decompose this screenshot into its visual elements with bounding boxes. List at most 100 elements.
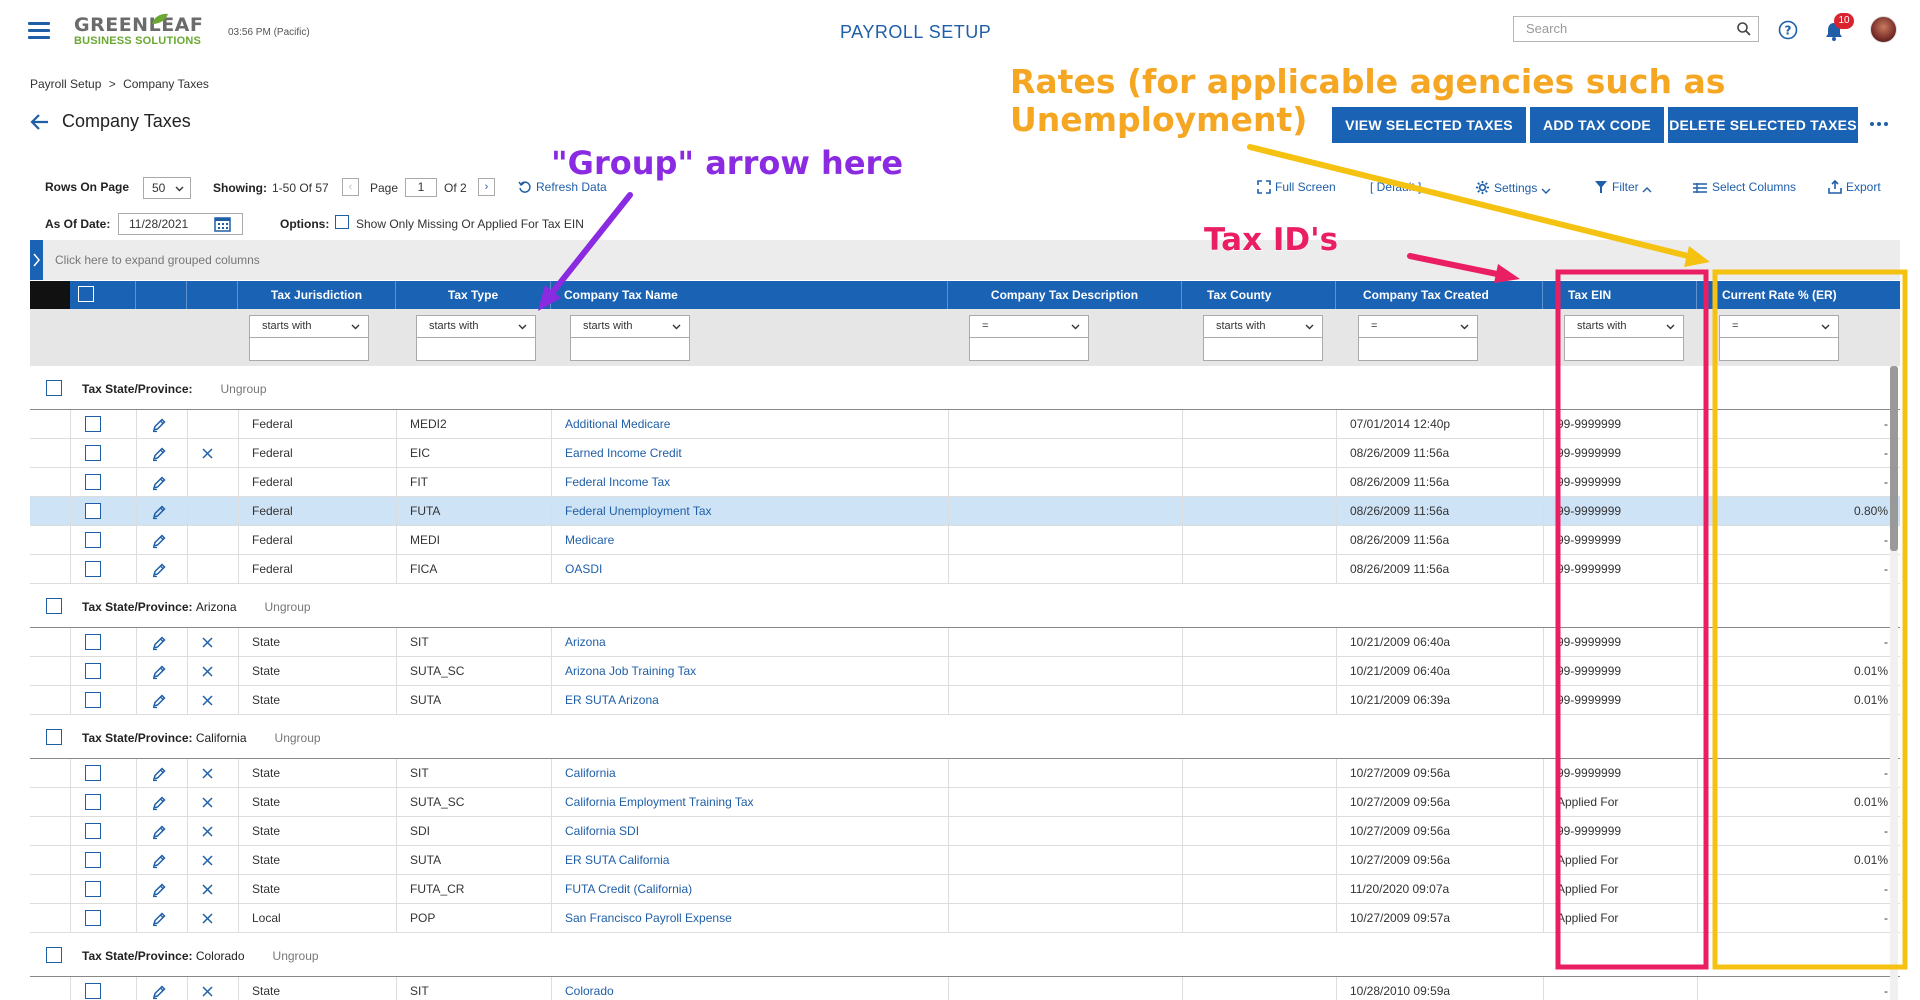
group-panel[interactable]: Click here to expand grouped columns xyxy=(30,240,1900,280)
back-arrow-icon[interactable] xyxy=(30,113,50,131)
filter-operator-select[interactable]: = xyxy=(969,315,1089,338)
delete-x-icon[interactable] xyxy=(202,826,213,837)
table-row[interactable]: State SUTA_SC California Employment Traini… xyxy=(30,788,1900,817)
delete-selected-taxes-button[interactable]: DELETE SELECTED TAXES xyxy=(1668,107,1858,143)
column-company-tax-name[interactable]: Company Tax Name xyxy=(551,281,948,309)
edit-pencil-icon[interactable] xyxy=(151,911,167,927)
edit-pencil-icon[interactable] xyxy=(151,504,167,520)
filter-value-input[interactable] xyxy=(1203,338,1323,361)
row-checkbox[interactable] xyxy=(85,881,101,897)
calendar-icon[interactable] xyxy=(214,216,231,232)
page-input[interactable]: 1 xyxy=(405,178,437,197)
view-default-select[interactable]: [ Default ] xyxy=(1370,180,1421,194)
table-row[interactable]: Federal MEDI2 Additional Medicare 07/01/201… xyxy=(30,410,1900,439)
delete-x-icon[interactable] xyxy=(202,666,213,677)
edit-pencil-icon[interactable] xyxy=(151,446,167,462)
ungroup-link[interactable]: Ungroup xyxy=(220,382,266,396)
table-row[interactable]: State SUTA ER SUTA Arizona 10/21/2009 06:39… xyxy=(30,686,1900,715)
edit-pencil-icon[interactable] xyxy=(151,984,167,1000)
cell-tax-name-link[interactable]: Federal Income Tax xyxy=(565,468,670,496)
edit-pencil-icon[interactable] xyxy=(151,693,167,709)
delete-x-icon[interactable] xyxy=(202,695,213,706)
table-row[interactable]: Local POP San Francisco Payroll Expense 10/… xyxy=(30,904,1900,933)
edit-pencil-icon[interactable] xyxy=(151,475,167,491)
table-row[interactable]: State SUTA ER SUTA California 10/27/2009 09… xyxy=(30,846,1900,875)
table-row[interactable]: State FUTA_CR FUTA Credit (California) 11/2… xyxy=(30,875,1900,904)
filter-operator-select[interactable]: starts with xyxy=(1203,315,1323,338)
edit-pencil-icon[interactable] xyxy=(151,664,167,680)
search-icon[interactable] xyxy=(1736,21,1752,37)
table-row[interactable]: State SIT California 10/27/2009 09:56a 99-99… xyxy=(30,759,1900,788)
column-company-tax-created[interactable]: Company Tax Created xyxy=(1336,281,1543,309)
filter-operator-select[interactable]: starts with xyxy=(249,315,369,338)
table-row[interactable]: State SIT Arizona 10/21/2009 06:40a 99-99999… xyxy=(30,628,1900,657)
filter-value-input[interactable] xyxy=(1719,338,1839,361)
ungroup-link[interactable]: Ungroup xyxy=(273,949,319,963)
group-checkbox[interactable] xyxy=(46,947,62,963)
edit-pencil-icon[interactable] xyxy=(151,533,167,549)
cell-tax-name-link[interactable]: Earned Income Credit xyxy=(565,439,682,467)
filter-operator-select[interactable]: starts with xyxy=(1564,315,1684,338)
row-checkbox[interactable] xyxy=(85,416,101,432)
edit-pencil-icon[interactable] xyxy=(151,417,167,433)
edit-pencil-icon[interactable] xyxy=(151,795,167,811)
cell-tax-name-link[interactable]: California SDI xyxy=(565,817,639,845)
column-tax-type[interactable]: Tax Type xyxy=(396,281,551,309)
scrollbar[interactable] xyxy=(1890,366,1898,1000)
add-tax-code-button[interactable]: ADD TAX CODE xyxy=(1530,107,1664,143)
cell-tax-name-link[interactable]: Colorado xyxy=(565,977,614,1000)
cell-tax-name-link[interactable]: Federal Unemployment Tax xyxy=(565,497,712,525)
edit-pencil-icon[interactable] xyxy=(151,824,167,840)
group-checkbox[interactable] xyxy=(46,598,62,614)
filter-value-input[interactable] xyxy=(1358,338,1478,361)
edit-pencil-icon[interactable] xyxy=(151,766,167,782)
row-checkbox[interactable] xyxy=(85,634,101,650)
export-button[interactable]: Export xyxy=(1828,179,1881,194)
column-tax-county[interactable]: Tax County xyxy=(1182,281,1336,309)
table-row[interactable]: Federal EIC Earned Income Credit 08/26/2009… xyxy=(30,439,1900,468)
edit-pencil-icon[interactable] xyxy=(151,562,167,578)
row-checkbox[interactable] xyxy=(85,532,101,548)
row-checkbox[interactable] xyxy=(85,561,101,577)
delete-x-icon[interactable] xyxy=(202,797,213,808)
filter-button[interactable]: Filter xyxy=(1594,180,1656,194)
filter-operator-select[interactable]: = xyxy=(1358,315,1478,338)
table-row[interactable]: Federal FUTA Federal Unemployment Tax 08/26… xyxy=(30,497,1900,526)
menu-icon[interactable] xyxy=(28,22,50,40)
cell-tax-name-link[interactable]: Arizona xyxy=(565,628,606,656)
row-checkbox[interactable] xyxy=(85,852,101,868)
prev-page-button[interactable]: ‹ xyxy=(342,178,359,196)
row-checkbox[interactable] xyxy=(85,474,101,490)
filter-value-input[interactable] xyxy=(1564,338,1684,361)
scrollbar-thumb[interactable] xyxy=(1890,366,1898,551)
filter-value-input[interactable] xyxy=(570,338,690,361)
delete-x-icon[interactable] xyxy=(202,768,213,779)
cell-tax-name-link[interactable]: Additional Medicare xyxy=(565,410,670,438)
column-current-rate[interactable]: Current Rate % (ER) xyxy=(1697,281,1900,309)
column-tax-jurisdiction[interactable]: Tax Jurisdiction xyxy=(238,281,396,309)
edit-pencil-icon[interactable] xyxy=(151,882,167,898)
cell-tax-name-link[interactable]: OASDI xyxy=(565,555,602,583)
table-row[interactable]: State SDI California SDI 10/27/2009 09:56a 9… xyxy=(30,817,1900,846)
filter-operator-select[interactable]: starts with xyxy=(416,315,536,338)
table-row[interactable]: Federal FIT Federal Income Tax 08/26/2009 1… xyxy=(30,468,1900,497)
filter-value-input[interactable] xyxy=(249,338,369,361)
filter-operator-select[interactable]: starts with xyxy=(570,315,690,338)
row-checkbox[interactable] xyxy=(85,794,101,810)
table-row[interactable]: State SIT Colorado 10/28/2010 09:59a - xyxy=(30,977,1900,1000)
delete-x-icon[interactable] xyxy=(202,448,213,459)
table-row[interactable]: Federal MEDI Medicare 08/26/2009 11:56a 99-9… xyxy=(30,526,1900,555)
delete-x-icon[interactable] xyxy=(202,855,213,866)
search-input[interactable]: Search xyxy=(1513,16,1759,42)
view-selected-taxes-button[interactable]: VIEW SELECTED TAXES xyxy=(1332,107,1526,143)
cell-tax-name-link[interactable]: Arizona Job Training Tax xyxy=(565,657,696,685)
missing-ein-checkbox[interactable] xyxy=(335,215,349,229)
logo[interactable]: GREENLEAF BUSINESS SOLUTIONS xyxy=(74,16,203,47)
group-checkbox[interactable] xyxy=(46,380,62,396)
cell-tax-name-link[interactable]: California Employment Training Tax xyxy=(565,788,754,816)
cell-tax-name-link[interactable]: ER SUTA Arizona xyxy=(565,686,659,714)
edit-pencil-icon[interactable] xyxy=(151,853,167,869)
ungroup-link[interactable]: Ungroup xyxy=(265,600,311,614)
refresh-data-button[interactable]: Refresh Data xyxy=(518,180,607,194)
filter-value-input[interactable] xyxy=(416,338,536,361)
